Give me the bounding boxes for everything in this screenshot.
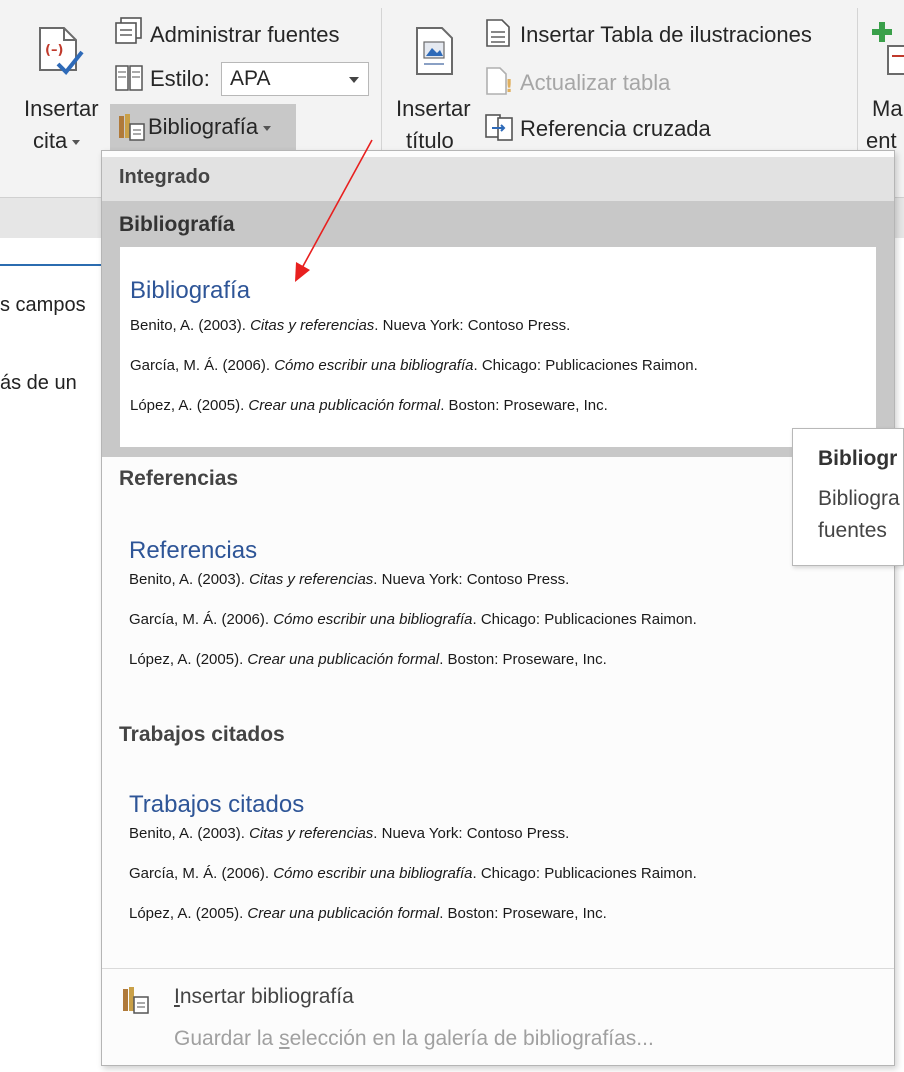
insert-caption-button[interactable]: Insertar título: [392, 6, 482, 156]
style-icon: [115, 65, 143, 91]
insert-caption-icon: [416, 27, 453, 75]
tooltip-title: Bibliogr: [818, 447, 898, 470]
mark-entry-icon: [872, 22, 904, 75]
citation-entry: García, M. Á. (2006). Cómo escribir una …: [129, 611, 697, 628]
bibliography-icon: [119, 114, 145, 141]
style-dropdown[interactable]: APA: [221, 62, 369, 96]
manage-sources-button[interactable]: Administrar fuentes: [112, 14, 370, 54]
insert-caption-label-1: Insertar: [396, 96, 471, 121]
category-label: Trabajos citados: [119, 723, 285, 746]
update-table-icon: !: [486, 67, 513, 96]
mark-entry-button[interactable]: Ma ent: [866, 6, 904, 156]
insert-citation-label-2: cita: [33, 128, 81, 154]
insert-bibliography-label: Insertar bibliografía: [174, 985, 354, 1008]
tooltip-body-line-1: Bibliogra: [818, 487, 900, 510]
insert-table-of-figures-label: Insertar Tabla de ilustraciones: [520, 22, 812, 47]
style-label: Estilo:: [150, 66, 210, 91]
menu-separator: [102, 968, 894, 969]
citation-entry: Benito, A. (2003). Citas y referencias. …: [130, 317, 571, 334]
insert-citation-icon: (–): [39, 27, 84, 75]
save-selection-item[interactable]: Guardar la selección en la galería de bi…: [102, 1019, 894, 1063]
gallery-item-works-cited[interactable]: Trabajos citados Benito, A. (2003). Cita…: [119, 777, 877, 935]
citation-entry: Benito, A. (2003). Citas y referencias. …: [129, 825, 570, 842]
update-table-button[interactable]: ! Actualizar tabla: [484, 66, 704, 102]
manage-sources-icon: [115, 17, 142, 44]
document-text-line-2: ás de un: [0, 372, 77, 394]
save-selection-label: Guardar la selección en la galería de bi…: [174, 1027, 654, 1050]
svg-text:(–): (–): [45, 43, 63, 58]
citation-entry: García, M. Á. (2006). Cómo escribir una …: [129, 865, 697, 882]
insert-bibliography-icon: [123, 987, 149, 1014]
chevron-down-icon: [72, 139, 81, 145]
svg-text:!: !: [505, 76, 513, 96]
citation-entry: López, A. (2005). Crear una publicación …: [129, 905, 607, 922]
chevron-down-icon: [349, 77, 359, 83]
cross-reference-icon: [485, 114, 513, 141]
gallery-item-references[interactable]: Referencias Benito, A. (2003). Citas y r…: [119, 519, 877, 677]
tooltip: Bibliogr Bibliogra fuentes: [792, 428, 904, 566]
category-label: Referencias: [119, 467, 239, 490]
category-label: Bibliografía: [119, 213, 235, 236]
cross-reference-label: Referencia cruzada: [520, 116, 711, 141]
gallery-item-title: Trabajos citados: [129, 791, 305, 818]
gallery-item-preview: Bibliografía Benito, A. (2003). Citas y …: [120, 247, 876, 447]
bibliography-dropdown: Integrado Bibliografía Bibliografía Beni…: [101, 150, 895, 1066]
section-header: Integrado: [102, 157, 894, 201]
insert-table-of-figures-button[interactable]: Insertar Tabla de ilustraciones: [484, 18, 844, 54]
gallery-item-title: Referencias: [129, 537, 258, 564]
chevron-down-icon: [263, 125, 272, 131]
category-bibliography: Bibliografía: [102, 201, 894, 247]
bibliography-label: Bibliografía: [148, 114, 272, 140]
cross-reference-button[interactable]: Referencia cruzada: [484, 112, 744, 148]
insert-citation-button[interactable]: (–) Insertar cita: [18, 6, 108, 156]
mark-entry-label-1: Ma: [872, 96, 903, 121]
gallery-item-bibliography[interactable]: Bibliografía Benito, A. (2003). Citas y …: [102, 247, 894, 457]
citation-entry: García, M. Á. (2006). Cómo escribir una …: [130, 357, 698, 374]
citation-entry: Benito, A. (2003). Citas y referencias. …: [129, 571, 570, 588]
tooltip-body-line-2: fuentes: [818, 519, 887, 542]
table-of-figures-icon: [486, 19, 510, 47]
citation-entry: López, A. (2005). Crear una publicación …: [129, 651, 607, 668]
citation-entry: López, A. (2005). Crear una publicación …: [130, 397, 608, 414]
manage-sources-label: Administrar fuentes: [150, 22, 340, 47]
update-table-label: Actualizar tabla: [520, 70, 671, 95]
document-rule: [0, 264, 110, 266]
style-dropdown-value: APA: [230, 67, 271, 90]
bibliography-button[interactable]: Bibliografía: [110, 104, 296, 150]
insert-citation-label-1: Insertar: [24, 96, 99, 121]
document-text-line-1: s campos: [0, 294, 86, 316]
gallery-item-title: Bibliografía: [130, 277, 251, 304]
insert-bibliography-item[interactable]: Insertar bibliografía: [102, 977, 894, 1021]
